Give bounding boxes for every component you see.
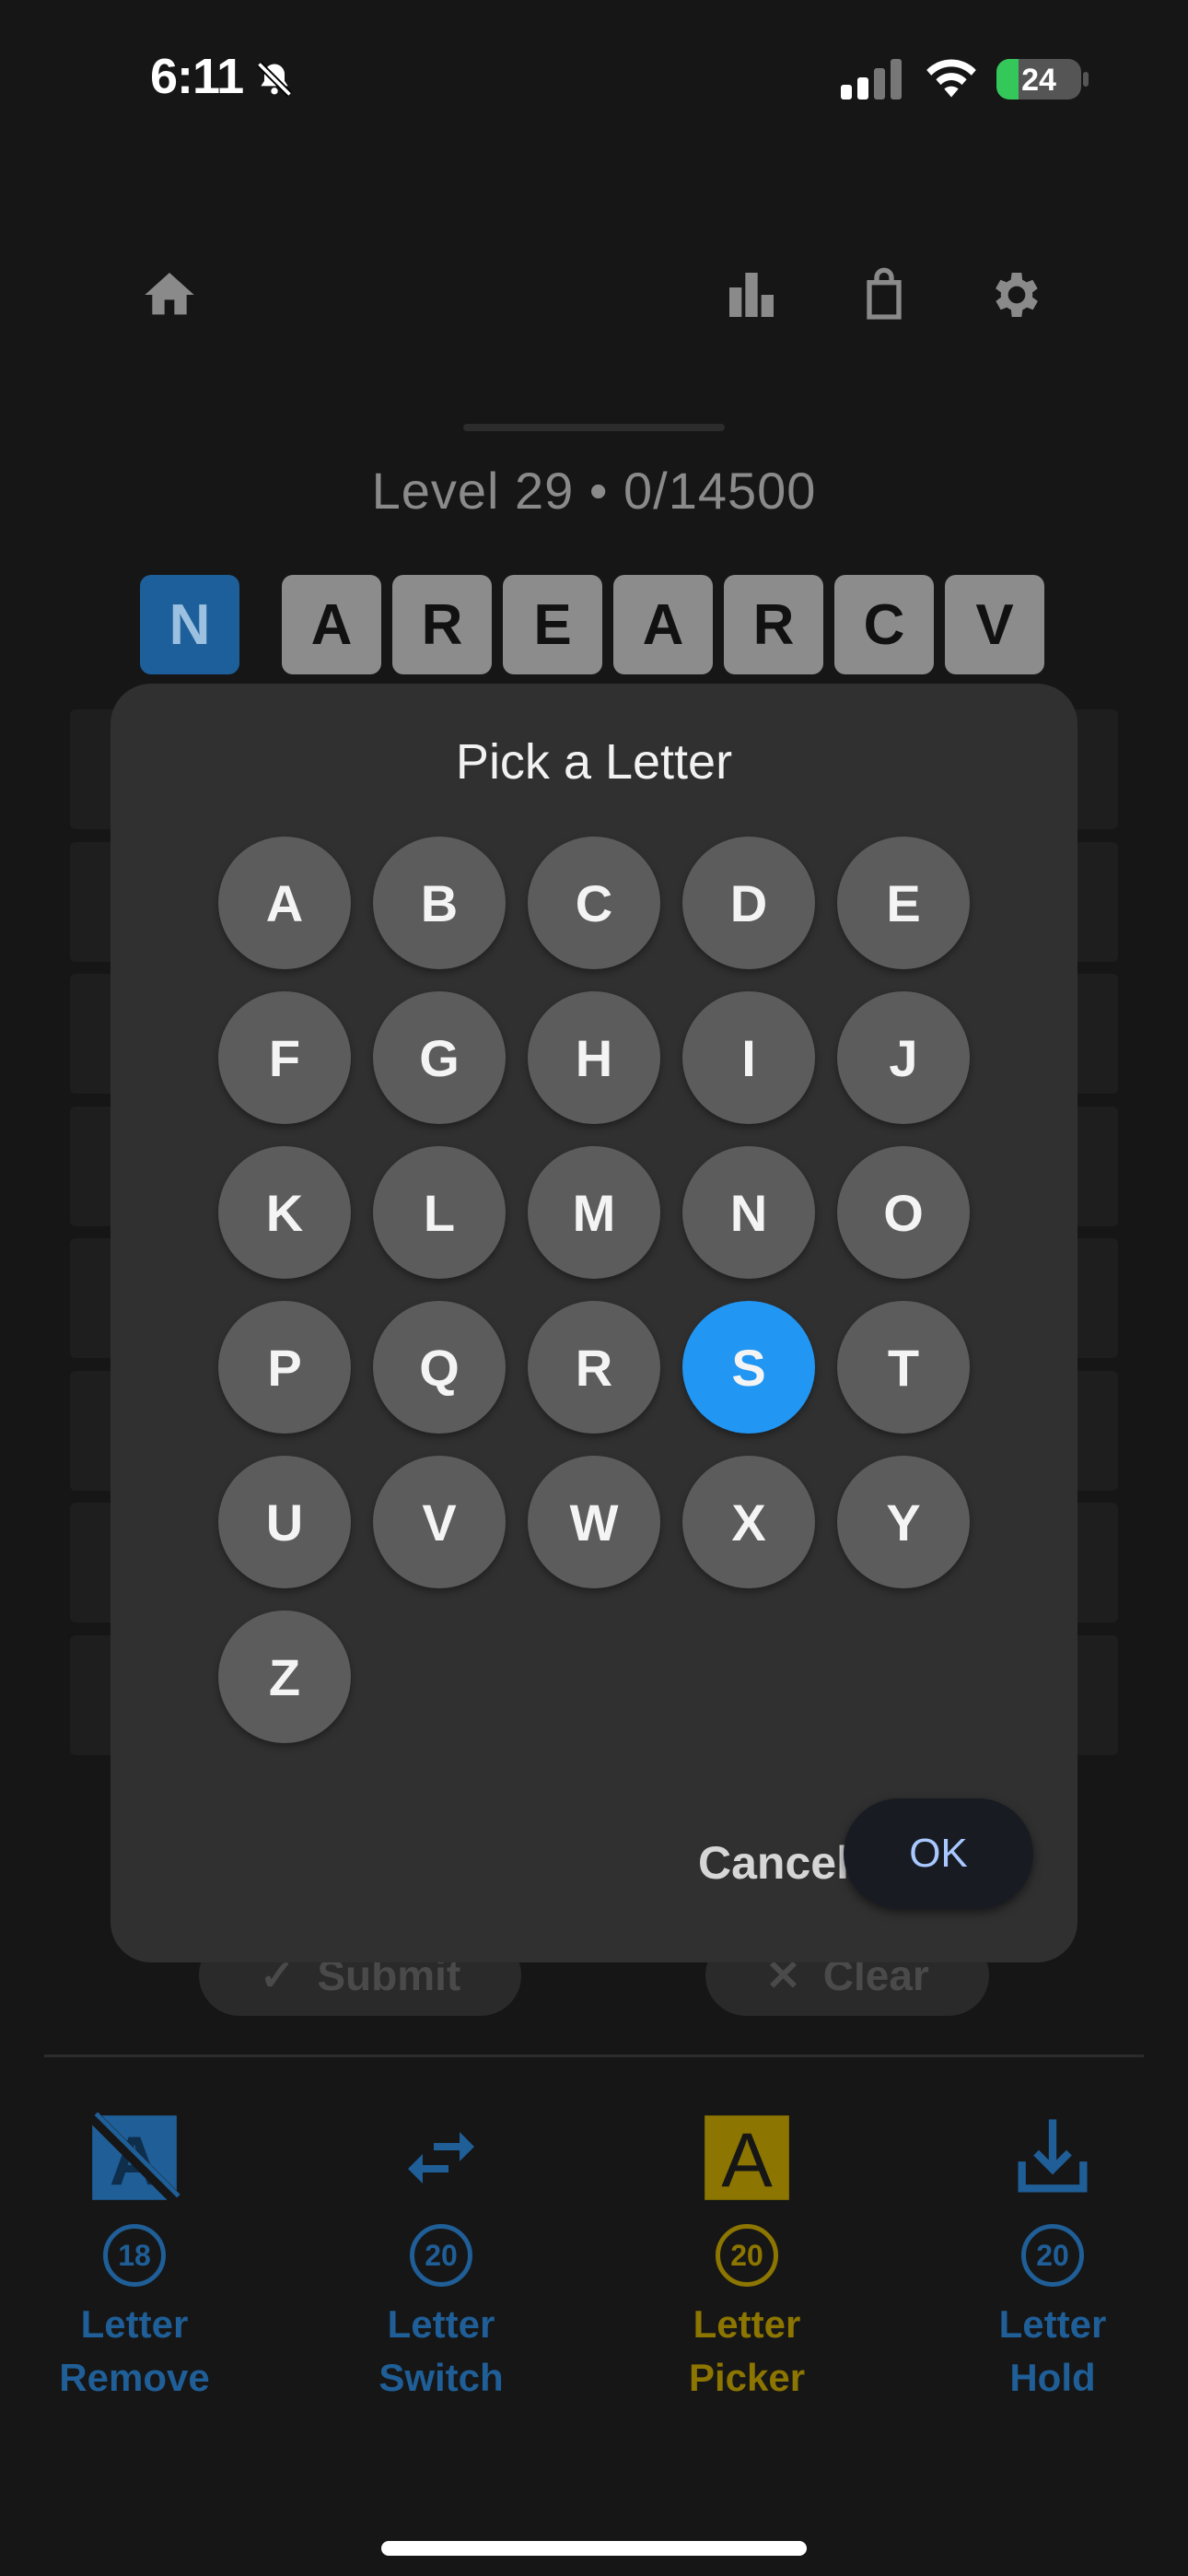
letter-key-d[interactable]: D <box>682 837 815 969</box>
letter-key-b[interactable]: B <box>373 837 506 969</box>
letter-key-x[interactable]: X <box>682 1456 815 1588</box>
letter-key-f[interactable]: F <box>218 991 351 1124</box>
letter-key-p[interactable]: P <box>218 1301 351 1434</box>
battery-icon: 24 <box>996 59 1081 100</box>
powerup-letter-hold[interactable]: 20 Letter Hold <box>961 2112 1145 2405</box>
letter-tile[interactable]: E <box>503 575 602 674</box>
wifi-icon <box>926 59 976 98</box>
status-time: 6:11 <box>150 49 244 104</box>
silent-bell-icon <box>256 61 293 98</box>
powerup-count: 18 <box>103 2224 166 2287</box>
letter-remove-icon: A <box>88 2112 181 2204</box>
letter-key-m[interactable]: M <box>528 1146 660 1279</box>
letter-key-z[interactable]: Z <box>218 1610 351 1743</box>
letter-key-u[interactable]: U <box>218 1456 351 1588</box>
powerup-count: 20 <box>1021 2224 1084 2287</box>
home-indicator[interactable] <box>381 2541 807 2556</box>
letter-key-l[interactable]: L <box>373 1146 506 1279</box>
letter-key-c[interactable]: C <box>528 837 660 969</box>
settings-gear-icon[interactable] <box>987 265 1046 324</box>
letter-key-q[interactable]: Q <box>373 1301 506 1434</box>
letter-key-h[interactable]: H <box>528 991 660 1124</box>
letter-picker-icon: A <box>701 2112 793 2204</box>
ok-button[interactable]: OK <box>844 1798 1033 1909</box>
powerup-count: 20 <box>716 2224 778 2287</box>
letter-key-e[interactable]: E <box>837 837 970 969</box>
home-icon[interactable] <box>140 265 199 324</box>
drag-handle[interactable] <box>463 424 725 431</box>
svg-text:A: A <box>721 2117 773 2203</box>
letter-key-k[interactable]: K <box>218 1146 351 1279</box>
powerup-label: Letter Switch <box>379 2302 504 2399</box>
letter-tile[interactable]: R <box>392 575 492 674</box>
cell-signal-icon <box>841 59 902 100</box>
letter-key-g[interactable]: G <box>373 991 506 1124</box>
powerup-letter-remove[interactable]: A 18 Letter Remove <box>42 2112 227 2405</box>
powerup-label: Letter Remove <box>59 2302 210 2399</box>
letter-key-t[interactable]: T <box>837 1301 970 1434</box>
letter-key-i[interactable]: I <box>682 991 815 1124</box>
letter-key-y[interactable]: Y <box>837 1456 970 1588</box>
battery-level: 24 <box>1021 63 1056 98</box>
divider <box>44 2055 1144 2057</box>
letter-tile[interactable]: R <box>724 575 823 674</box>
held-letter-tile[interactable]: N <box>140 575 239 674</box>
powerup-label: Letter Hold <box>998 2302 1107 2399</box>
powerup-letter-switch[interactable]: 20 Letter Switch <box>349 2112 533 2405</box>
letter-tile[interactable]: A <box>282 575 381 674</box>
battery-nub <box>1083 72 1089 87</box>
letter-key-o[interactable]: O <box>837 1146 970 1279</box>
letter-tile[interactable]: C <box>834 575 934 674</box>
pick-letter-dialog: Pick a Letter ABCDE FGHIJ KLMNO PQRST UVWXY Z… <box>111 684 1077 1962</box>
powerup-label: Letter Picker <box>688 2302 806 2399</box>
letter-key-r[interactable]: R <box>528 1301 660 1434</box>
leaderboard-icon[interactable] <box>722 265 781 324</box>
letter-key-w[interactable]: W <box>528 1456 660 1588</box>
shop-bag-icon[interactable] <box>855 265 914 324</box>
letter-key-j[interactable]: J <box>837 991 970 1124</box>
letter-key-s[interactable]: S <box>682 1301 815 1434</box>
letter-tile[interactable]: V <box>945 575 1044 674</box>
download-hold-icon <box>1007 2112 1099 2204</box>
letter-tile[interactable]: A <box>613 575 713 674</box>
powerup-count: 20 <box>410 2224 472 2287</box>
dialog-title: Pick a Letter <box>455 734 733 790</box>
letter-key-n[interactable]: N <box>682 1146 815 1279</box>
swap-arrows-icon <box>395 2112 487 2204</box>
level-progress: Level 29 • 0/14500 <box>371 462 817 520</box>
powerup-letter-picker[interactable]: A 20 Letter Picker <box>655 2112 839 2405</box>
letter-key-v[interactable]: V <box>373 1456 506 1588</box>
letter-key-a[interactable]: A <box>218 837 351 969</box>
